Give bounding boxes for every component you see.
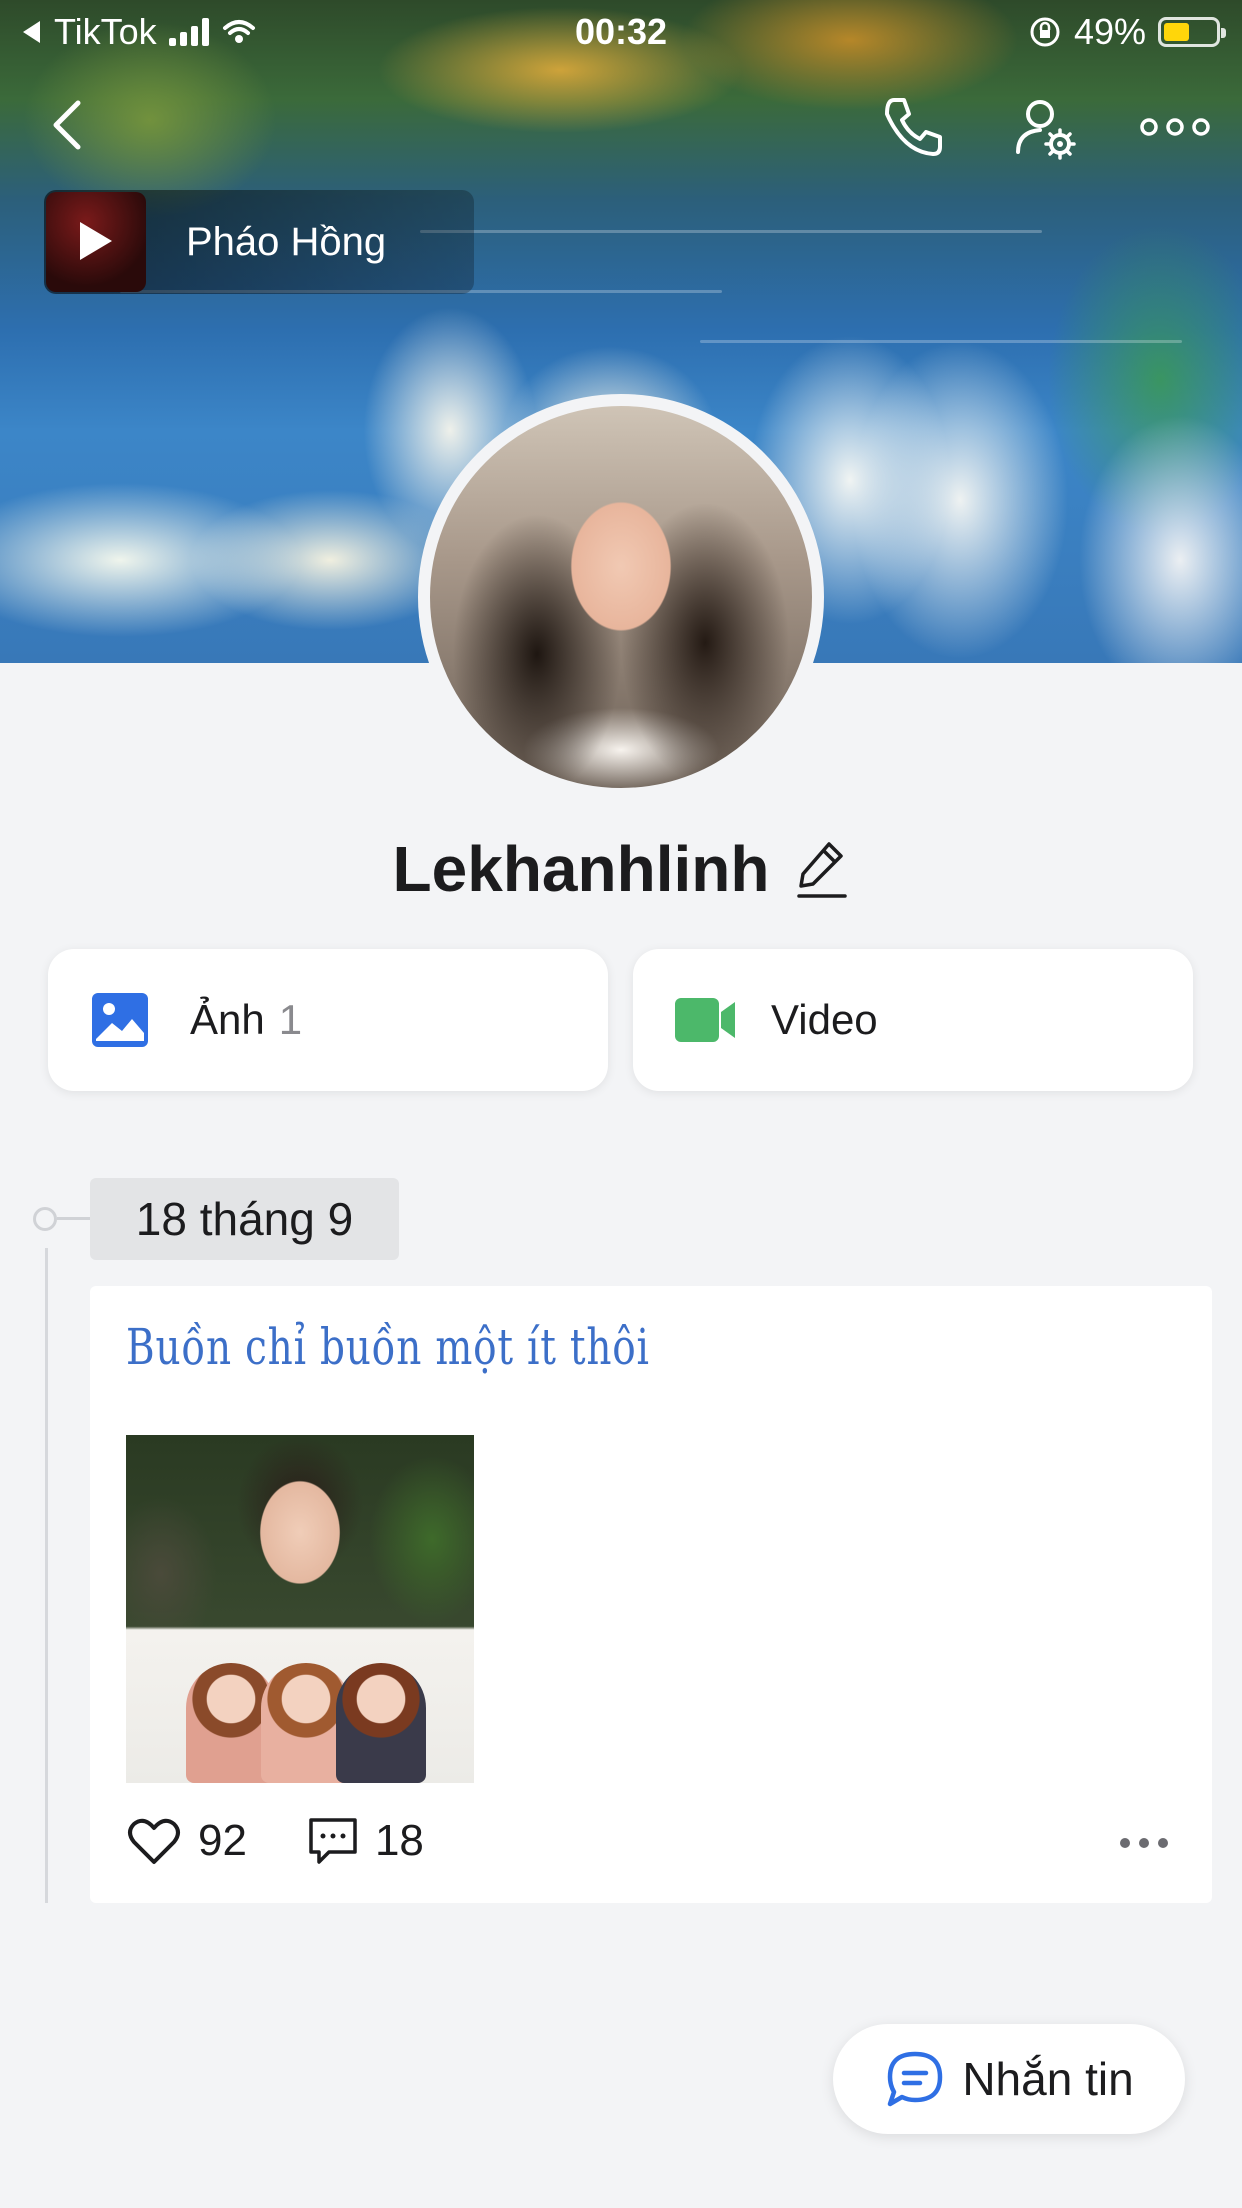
profile-settings-icon[interactable] [1010,92,1080,162]
avatar[interactable] [418,394,824,800]
battery-percent: 49% [1073,11,1146,52]
comment-count: 18 [374,1816,424,1865]
video-label: Video [771,996,878,1043]
music-title: Pháo Hồng [186,220,387,264]
battery-icon [1158,17,1226,47]
post-caption: Buồn chỉ buồn một ít thôi [126,1318,650,1376]
like-count: 92 [198,1816,247,1865]
post-more-icon[interactable] [1120,1838,1168,1848]
message-button[interactable]: Nhắn tin [833,2024,1185,2134]
photos-label: Ảnh [190,996,265,1043]
timeline-node [33,1207,57,1231]
status-bar: TikTok 00:32 49% [0,0,1242,60]
photos-count: 1 [278,996,303,1043]
videos-card[interactable]: Video [633,949,1193,1091]
timeline-post[interactable]: Buồn chỉ buồn một ít thôi 92 18 [90,1286,1212,1903]
edit-pencil-icon[interactable] [795,838,849,900]
play-icon[interactable] [80,222,112,260]
photos-card[interactable]: Ảnh 1 [48,949,608,1091]
like-button[interactable]: 92 [126,1816,247,1866]
orientation-lock-icon [1030,17,1060,47]
more-options-icon[interactable] [1140,92,1210,162]
timeline-date: 18 tháng 9 [90,1178,399,1260]
comment-icon [309,1818,357,1864]
comment-button[interactable]: 18 [307,1816,424,1866]
timeline-line [45,1248,48,1903]
profile-music-player[interactable]: Pháo Hồng [44,190,474,294]
heart-icon [128,1818,180,1864]
timeline-connector [57,1217,91,1220]
photo-icon [92,993,148,1047]
chat-bubble-icon [888,2051,943,2107]
video-camera-icon [675,998,735,1042]
post-photo[interactable] [126,1435,474,1783]
profile-name: Lekhanhlinh [392,833,770,905]
message-label: Nhắn tin [962,2053,1134,2105]
phone-icon[interactable] [878,92,948,162]
back-chevron-icon[interactable] [40,95,100,155]
